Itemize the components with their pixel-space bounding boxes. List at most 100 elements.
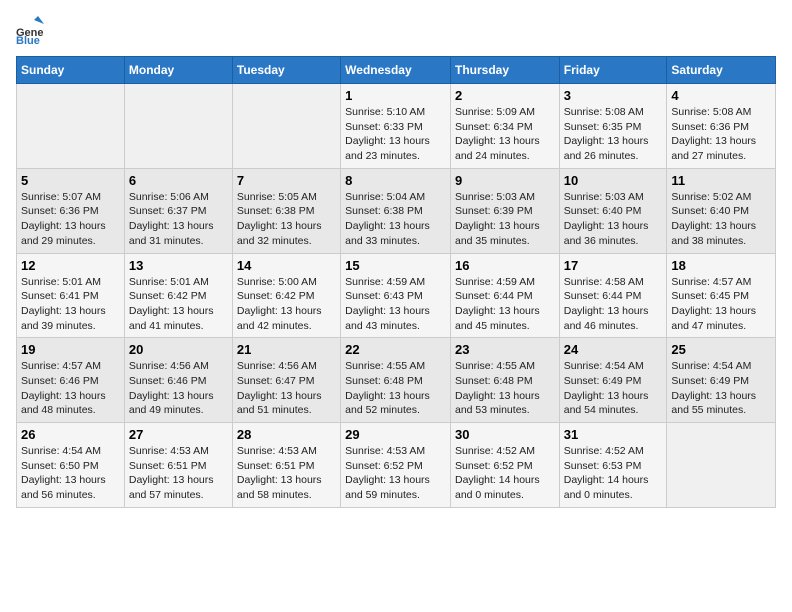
calendar-day-cell: 23 Sunrise: 4:55 AM Sunset: 6:48 PM Dayli… (450, 338, 559, 423)
day-info: Sunrise: 4:52 AM Sunset: 6:53 PM Dayligh… (564, 444, 663, 503)
day-info: Sunrise: 5:08 AM Sunset: 6:35 PM Dayligh… (564, 105, 663, 164)
calendar-week-row: 19 Sunrise: 4:57 AM Sunset: 6:46 PM Dayli… (17, 338, 776, 423)
calendar-day-cell: 6 Sunrise: 5:06 AM Sunset: 6:37 PM Daylig… (124, 168, 232, 253)
calendar-day-cell: 24Sunrise: 4:54 AM Sunset: 6:49 PM Dayli… (559, 338, 667, 423)
calendar-header-row: SundayMondayTuesdayWednesdayThursdayFrid… (17, 57, 776, 84)
calendar-day-cell: 15 Sunrise: 4:59 AM Sunset: 6:43 PM Dayli… (341, 253, 451, 338)
day-number: 1 (345, 88, 446, 103)
day-number: 31 (564, 427, 663, 442)
day-info: Sunrise: 5:01 AM Sunset: 6:41 PM Dayligh… (21, 275, 120, 334)
page-header: General Blue (16, 16, 776, 44)
day-of-week-header: Friday (559, 57, 667, 84)
day-number: 16 (455, 258, 555, 273)
day-number: 19 (21, 342, 120, 357)
day-info: Sunrise: 5:04 AM Sunset: 6:38 PM Dayligh… (345, 190, 446, 249)
day-info: Sunrise: 4:57 AM Sunset: 6:46 PM Dayligh… (21, 359, 120, 418)
day-info: Sunrise: 4:55 AM Sunset: 6:48 PM Dayligh… (455, 359, 555, 418)
calendar-day-cell: 18Sunrise: 4:57 AM Sunset: 6:45 PM Dayli… (667, 253, 776, 338)
calendar-day-cell: 25 Sunrise: 4:54 AM Sunset: 6:49 PM Dayli… (667, 338, 776, 423)
calendar-day-cell: 27Sunrise: 4:53 AM Sunset: 6:51 PM Dayli… (124, 423, 232, 508)
day-number: 30 (455, 427, 555, 442)
day-info: Sunrise: 5:10 AM Sunset: 6:33 PM Dayligh… (345, 105, 446, 164)
day-info: Sunrise: 4:55 AM Sunset: 6:48 PM Dayligh… (345, 359, 446, 418)
day-number: 14 (237, 258, 336, 273)
calendar-week-row: 12 Sunrise: 5:01 AM Sunset: 6:41 PM Dayli… (17, 253, 776, 338)
calendar-day-cell: 17 Sunrise: 4:58 AM Sunset: 6:44 PM Dayli… (559, 253, 667, 338)
day-info: Sunrise: 4:54 AM Sunset: 6:49 PM Dayligh… (671, 359, 771, 418)
calendar-day-cell: 13Sunrise: 5:01 AM Sunset: 6:42 PM Dayli… (124, 253, 232, 338)
day-info: Sunrise: 4:58 AM Sunset: 6:44 PM Dayligh… (564, 275, 663, 334)
calendar-day-cell: 28Sunrise: 4:53 AM Sunset: 6:51 PM Dayli… (232, 423, 340, 508)
day-number: 9 (455, 173, 555, 188)
calendar-week-row: 26 Sunrise: 4:54 AM Sunset: 6:50 PM Dayli… (17, 423, 776, 508)
day-info: Sunrise: 4:53 AM Sunset: 6:51 PM Dayligh… (237, 444, 336, 503)
day-number: 12 (21, 258, 120, 273)
day-number: 8 (345, 173, 446, 188)
day-info: Sunrise: 5:03 AM Sunset: 6:40 PM Dayligh… (564, 190, 663, 249)
day-number: 25 (671, 342, 771, 357)
calendar-day-cell: 20 Sunrise: 4:56 AM Sunset: 6:46 PM Dayli… (124, 338, 232, 423)
calendar-day-cell: 5Sunrise: 5:07 AM Sunset: 6:36 PM Daylig… (17, 168, 125, 253)
calendar: SundayMondayTuesdayWednesdayThursdayFrid… (16, 56, 776, 508)
day-number: 3 (564, 88, 663, 103)
calendar-day-cell: 21Sunrise: 4:56 AM Sunset: 6:47 PM Dayli… (232, 338, 340, 423)
day-info: Sunrise: 5:03 AM Sunset: 6:39 PM Dayligh… (455, 190, 555, 249)
calendar-day-cell: 11Sunrise: 5:02 AM Sunset: 6:40 PM Dayli… (667, 168, 776, 253)
day-number: 20 (129, 342, 228, 357)
calendar-day-cell: 9 Sunrise: 5:03 AM Sunset: 6:39 PM Daylig… (450, 168, 559, 253)
calendar-day-cell: 19 Sunrise: 4:57 AM Sunset: 6:46 PM Dayli… (17, 338, 125, 423)
day-number: 29 (345, 427, 446, 442)
svg-text:Blue: Blue (16, 35, 40, 44)
day-info: Sunrise: 4:54 AM Sunset: 6:50 PM Dayligh… (21, 444, 120, 503)
day-of-week-header: Tuesday (232, 57, 340, 84)
day-number: 7 (237, 173, 336, 188)
logo: General Blue (16, 16, 48, 44)
day-of-week-header: Sunday (17, 57, 125, 84)
day-info: Sunrise: 4:59 AM Sunset: 6:44 PM Dayligh… (455, 275, 555, 334)
day-info: Sunrise: 5:07 AM Sunset: 6:36 PM Dayligh… (21, 190, 120, 249)
day-number: 22 (345, 342, 446, 357)
calendar-day-cell: 22 Sunrise: 4:55 AM Sunset: 6:48 PM Dayli… (341, 338, 451, 423)
day-number: 23 (455, 342, 555, 357)
day-info: Sunrise: 5:00 AM Sunset: 6:42 PM Dayligh… (237, 275, 336, 334)
day-number: 4 (671, 88, 771, 103)
day-info: Sunrise: 4:53 AM Sunset: 6:51 PM Dayligh… (129, 444, 228, 503)
day-info: Sunrise: 4:57 AM Sunset: 6:45 PM Dayligh… (671, 275, 771, 334)
calendar-day-cell: 16 Sunrise: 4:59 AM Sunset: 6:44 PM Dayli… (450, 253, 559, 338)
calendar-day-cell: 10 Sunrise: 5:03 AM Sunset: 6:40 PM Dayli… (559, 168, 667, 253)
day-number: 17 (564, 258, 663, 273)
calendar-week-row: 1 Sunrise: 5:10 AM Sunset: 6:33 PM Daylig… (17, 84, 776, 169)
calendar-day-cell: 26 Sunrise: 4:54 AM Sunset: 6:50 PM Dayli… (17, 423, 125, 508)
calendar-day-cell (232, 84, 340, 169)
day-info: Sunrise: 4:53 AM Sunset: 6:52 PM Dayligh… (345, 444, 446, 503)
calendar-day-cell: 8 Sunrise: 5:04 AM Sunset: 6:38 PM Daylig… (341, 168, 451, 253)
day-number: 6 (129, 173, 228, 188)
calendar-day-cell: 3 Sunrise: 5:08 AM Sunset: 6:35 PM Daylig… (559, 84, 667, 169)
day-info: Sunrise: 5:05 AM Sunset: 6:38 PM Dayligh… (237, 190, 336, 249)
calendar-day-cell (124, 84, 232, 169)
day-of-week-header: Saturday (667, 57, 776, 84)
day-of-week-header: Monday (124, 57, 232, 84)
day-info: Sunrise: 5:06 AM Sunset: 6:37 PM Dayligh… (129, 190, 228, 249)
day-number: 10 (564, 173, 663, 188)
day-of-week-header: Wednesday (341, 57, 451, 84)
calendar-day-cell: 7 Sunrise: 5:05 AM Sunset: 6:38 PM Daylig… (232, 168, 340, 253)
calendar-day-cell: 14 Sunrise: 5:00 AM Sunset: 6:42 PM Dayli… (232, 253, 340, 338)
calendar-day-cell: 30Sunrise: 4:52 AM Sunset: 6:52 PM Dayli… (450, 423, 559, 508)
day-info: Sunrise: 4:54 AM Sunset: 6:49 PM Dayligh… (564, 359, 663, 418)
day-info: Sunrise: 4:56 AM Sunset: 6:46 PM Dayligh… (129, 359, 228, 418)
calendar-day-cell: 29 Sunrise: 4:53 AM Sunset: 6:52 PM Dayli… (341, 423, 451, 508)
day-number: 11 (671, 173, 771, 188)
day-info: Sunrise: 4:59 AM Sunset: 6:43 PM Dayligh… (345, 275, 446, 334)
calendar-day-cell: 2Sunrise: 5:09 AM Sunset: 6:34 PM Daylig… (450, 84, 559, 169)
day-number: 15 (345, 258, 446, 273)
calendar-day-cell: 1 Sunrise: 5:10 AM Sunset: 6:33 PM Daylig… (341, 84, 451, 169)
calendar-day-cell (667, 423, 776, 508)
calendar-week-row: 5Sunrise: 5:07 AM Sunset: 6:36 PM Daylig… (17, 168, 776, 253)
day-number: 26 (21, 427, 120, 442)
day-number: 21 (237, 342, 336, 357)
calendar-day-cell: 12 Sunrise: 5:01 AM Sunset: 6:41 PM Dayli… (17, 253, 125, 338)
calendar-day-cell: 4Sunrise: 5:08 AM Sunset: 6:36 PM Daylig… (667, 84, 776, 169)
calendar-day-cell: 31 Sunrise: 4:52 AM Sunset: 6:53 PM Dayli… (559, 423, 667, 508)
calendar-day-cell (17, 84, 125, 169)
